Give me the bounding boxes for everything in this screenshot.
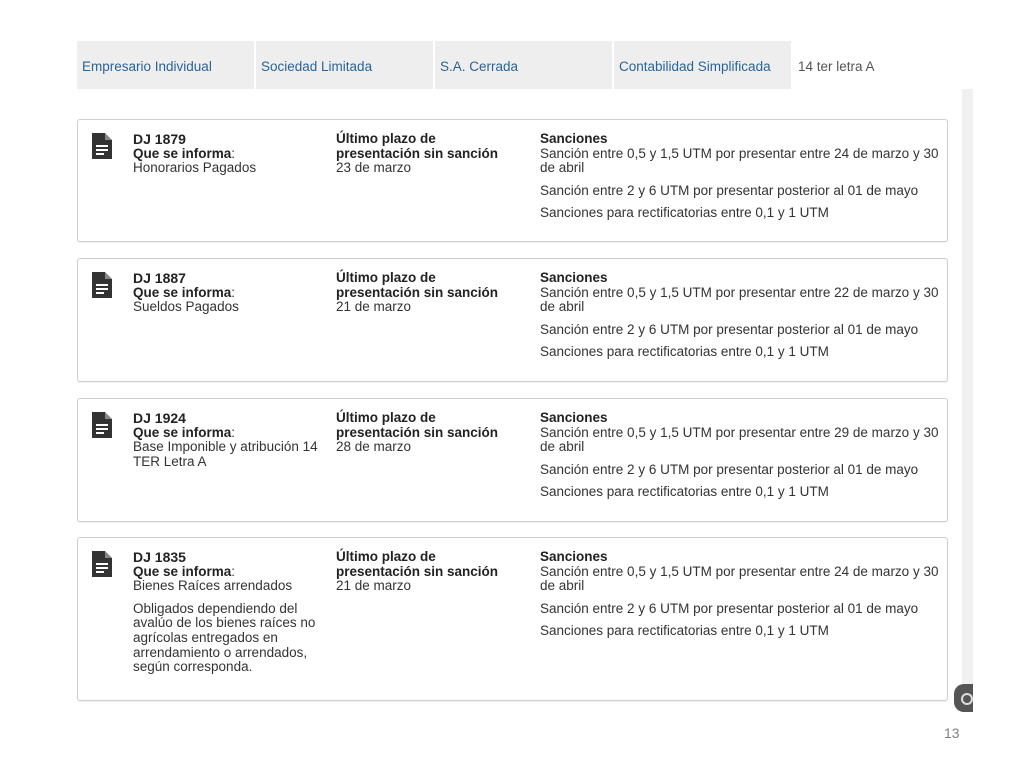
- informa-value: Bienes Raíces arrendados: [133, 578, 293, 594]
- plazo-label-1: Último plazo de: [336, 410, 436, 425]
- sanciones-label: Sanciones: [540, 410, 608, 425]
- dj-code: DJ 1887: [133, 270, 186, 286]
- informa-label: Que se informa: [133, 284, 232, 300]
- informa-value: Honorarios Pagados: [133, 160, 257, 176]
- sancion-item: Sanción entre 0,5 y 1,5 UTM por presenta…: [540, 424, 939, 455]
- informa-value: Base Imponible y atribución 14 TER Letra…: [133, 439, 318, 469]
- sancion-item: Sanción entre 0,5 y 1,5 UTM por presenta…: [540, 145, 939, 176]
- sancion-item: Sanciones para rectificatorias entre 0,1…: [540, 484, 829, 500]
- plazo-label-2: presentación sin sanción: [336, 145, 499, 161]
- sanciones-label: Sanciones: [540, 549, 608, 564]
- sancion-item: Sanción entre 2 y 6 UTM por presentar po…: [540, 461, 919, 477]
- sancion-item: Sanciones para rectificatorias entre 0,1…: [540, 344, 829, 360]
- informa-row: Que se informa:: [133, 145, 236, 161]
- informa-row: Que se informa:: [133, 284, 236, 300]
- plazo-value: 21 de marzo: [336, 578, 412, 594]
- sanciones-info: Sanciones Sanción entre 0,5 y 1,5 UTM po…: [540, 410, 940, 500]
- plazo-label-1: Último plazo de: [336, 270, 436, 285]
- sancion-item: Sanción entre 0,5 y 1,5 UTM por presenta…: [540, 284, 939, 315]
- dj-code: DJ 1835: [133, 549, 186, 565]
- dj-info: DJ 1924 Que se informa: Base Imponible y…: [133, 411, 318, 469]
- dj-info: DJ 1835 Que se informa: Bienes Raíces ar…: [133, 550, 318, 675]
- sanciones-info: Sanciones Sanción entre 0,5 y 1,5 UTM po…: [540, 131, 940, 221]
- informa-label: Que se informa: [133, 563, 232, 579]
- informa-row: Que se informa:: [133, 424, 236, 440]
- tab-empresario-individual[interactable]: Empresario Individual: [77, 41, 256, 89]
- tab-bar: Empresario Individual Sociedad Limitada …: [77, 41, 973, 89]
- sancion-item: Sanciones para rectificatorias entre 0,1…: [540, 205, 829, 221]
- sancion-item: Sanción entre 0,5 y 1,5 UTM por presenta…: [540, 563, 939, 594]
- document-icon: [92, 133, 112, 159]
- dj-card: DJ 1879 Que se informa: Honorarios Pagad…: [77, 119, 948, 242]
- tab-14-ter-letra-a[interactable]: 14 ter letra A: [793, 41, 973, 89]
- plazo-value: 23 de marzo: [336, 160, 412, 176]
- plazo-value: 28 de marzo: [336, 439, 412, 455]
- dj-code: DJ 1924: [133, 410, 186, 426]
- sanciones-info: Sanciones Sanción entre 0,5 y 1,5 UTM po…: [540, 549, 940, 639]
- sancion-item: Sanción entre 2 y 6 UTM por presentar po…: [540, 600, 919, 616]
- dj-card: DJ 1835 Que se informa: Bienes Raíces ar…: [77, 537, 948, 701]
- plazo-label-2: presentación sin sanción: [336, 424, 499, 440]
- document-icon: [92, 551, 112, 577]
- informa-label: Que se informa: [133, 145, 232, 161]
- plazo-info: Último plazo de presentación sin sanción…: [336, 270, 521, 315]
- dj-info: DJ 1879 Que se informa: Honorarios Pagad…: [133, 132, 318, 176]
- page-number: 13: [944, 725, 960, 741]
- tab-sociedad-limitada[interactable]: Sociedad Limitada: [256, 41, 435, 89]
- informa-label: Que se informa: [133, 424, 232, 440]
- sancion-item: Sanción entre 2 y 6 UTM por presentar po…: [540, 182, 919, 198]
- document-icon: [92, 412, 112, 438]
- plazo-info: Último plazo de presentación sin sanción…: [336, 131, 521, 176]
- sancion-item: Sanción entre 2 y 6 UTM por presentar po…: [540, 321, 919, 337]
- informa-value: Sueldos Pagados: [133, 299, 239, 315]
- sanciones-label: Sanciones: [540, 270, 608, 285]
- sancion-item: Sanciones para rectificatorias entre 0,1…: [540, 623, 829, 639]
- plazo-label-1: Último plazo de: [336, 549, 436, 564]
- document-icon: [92, 272, 112, 298]
- sanciones-info: Sanciones Sanción entre 0,5 y 1,5 UTM po…: [540, 270, 940, 360]
- plazo-info: Último plazo de presentación sin sanción…: [336, 410, 521, 455]
- plazo-value: 21 de marzo: [336, 299, 412, 315]
- informa-note: Obligados dependiendo del avalúo de los …: [133, 600, 316, 675]
- plazo-label-2: presentación sin sanción: [336, 284, 499, 300]
- informa-row: Que se informa:: [133, 563, 236, 579]
- plazo-info: Último plazo de presentación sin sanción…: [336, 549, 521, 594]
- dj-code: DJ 1879: [133, 131, 186, 147]
- tab-sa-cerrada[interactable]: S.A. Cerrada: [435, 41, 614, 89]
- dj-info: DJ 1887 Que se informa: Sueldos Pagados: [133, 271, 318, 315]
- dj-card: DJ 1924 Que se informa: Base Imponible y…: [77, 398, 948, 522]
- plazo-label-2: presentación sin sanción: [336, 563, 499, 579]
- chat-widget-mark: [961, 693, 973, 705]
- chat-widget-icon[interactable]: [954, 684, 973, 712]
- tab-contabilidad-simplificada[interactable]: Contabilidad Simplificada: [614, 41, 793, 89]
- sanciones-label: Sanciones: [540, 131, 608, 146]
- dj-card: DJ 1887 Que se informa: Sueldos Pagados …: [77, 258, 948, 382]
- plazo-label-1: Último plazo de: [336, 131, 436, 146]
